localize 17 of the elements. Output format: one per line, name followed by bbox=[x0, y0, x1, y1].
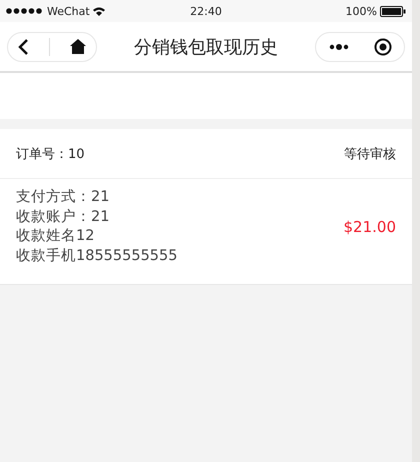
detail-line: 收款账户：21 bbox=[16, 208, 110, 226]
more-icon[interactable] bbox=[328, 44, 348, 50]
home-icon[interactable] bbox=[70, 39, 86, 54]
page-title: 分销钱包取现历史 bbox=[134, 36, 278, 58]
battery-percent: 100% bbox=[346, 4, 377, 18]
detail-line: 支付方式：21 bbox=[16, 188, 110, 207]
signal-icon bbox=[6, 8, 44, 14]
order-number: 订单号：10 bbox=[16, 146, 85, 162]
detail-line: 收款姓名12 bbox=[16, 227, 96, 246]
wifi-icon bbox=[92, 6, 105, 16]
back-icon[interactable] bbox=[18, 38, 29, 56]
clock: 22:40 bbox=[190, 4, 222, 18]
battery-icon bbox=[380, 6, 406, 16]
detail-line: 收款手机18555555555 bbox=[16, 246, 178, 266]
status-label: 等待审核 bbox=[344, 146, 396, 162]
carrier-label: WeChat bbox=[47, 4, 90, 18]
amount: $21.00 bbox=[344, 218, 396, 236]
